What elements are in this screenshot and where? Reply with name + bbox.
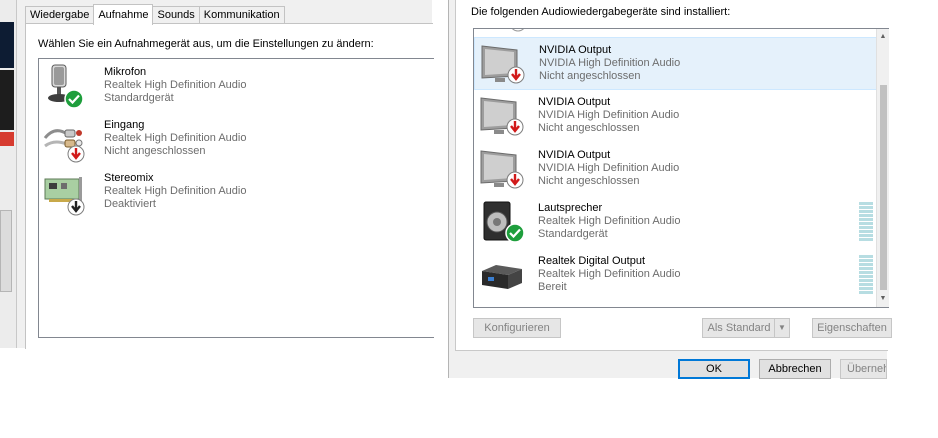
properties-button[interactable]: Eigenschaften [812,318,892,338]
device-text: Stereomix Realtek High Definition Audio … [104,172,246,211]
device-driver: NVIDIA High Definition Audio [538,162,680,174]
background-window-close-fragment [0,132,14,146]
scrollbar-thumb[interactable] [880,85,887,290]
device-status: Nicht angeschlossen [538,175,640,187]
tab-bar: Wiedergabe Aufnahme Sounds Kommunikation [25,4,285,25]
list-item-line-in[interactable]: Eingang Realtek High Definition Audio Ni… [39,112,434,164]
device-text: Realtek Digital Output Realtek High Defi… [538,255,680,294]
device-name: Realtek Digital Output [538,255,645,267]
background-window-fragment [0,210,12,292]
device-name: NVIDIA Output [539,44,612,56]
device-name: Eingang [104,119,145,131]
configure-button[interactable]: Konfigurieren [473,318,561,338]
device-text: NVIDIA Output NVIDIA High Definition Aud… [539,44,680,83]
unplugged-arrow-icon [67,145,85,163]
device-status: Nicht angeschlossen [539,70,641,82]
sound-dialog-recording: Wiedergabe Aufnahme Sounds Kommunikation… [17,0,434,349]
device-status: Nicht angeschlossen [538,122,640,134]
set-default-button[interactable]: Als Standard ▼ [702,318,790,338]
cancel-button[interactable]: Abbrechen [759,359,831,379]
device-driver: Realtek High Definition Audio [538,268,681,280]
background-window-fragment [0,22,14,68]
device-status: Standardgerät [104,92,174,104]
volume-meter [859,255,873,295]
scroll-up-arrow-icon[interactable]: ▲ [879,33,887,41]
playback-tab-panel: Die folgenden Audiowiedergabegeräte sind… [455,0,892,351]
list-item-speakers[interactable]: Lautsprecher Realtek High Definition Aud… [474,196,889,249]
device-text: NVIDIA Output NVIDIA High Definition Aud… [538,96,679,135]
list-item-nvidia-output-2[interactable]: NVIDIA Output NVIDIA High Definition Aud… [474,90,889,143]
device-text: NVIDIA Output NVIDIA High Definition Aud… [538,149,679,188]
device-driver: Realtek High Definition Audio [104,185,247,197]
device-status: Bereit [538,281,567,293]
tab-recording[interactable]: Aufnahme [93,4,154,25]
partial-badge-icon [511,29,525,32]
device-name: NVIDIA Output [538,149,611,161]
tab-sounds[interactable]: Sounds [152,6,200,24]
recording-tab-panel: Wählen Sie ein Aufnahmegerät aus, um die… [25,23,434,349]
unplugged-arrow-icon [506,171,524,189]
list-item-nvidia-output-1[interactable]: NVIDIA Output NVIDIA High Definition Aud… [474,37,877,90]
background-window-fragment [0,70,14,130]
device-status: Nicht angeschlossen [104,145,206,157]
list-item-stereo-mix[interactable]: Stereomix Realtek High Definition Audio … [39,165,434,217]
digital-output-icon [478,253,526,297]
recording-instruction: Wählen Sie ein Aufnahmegerät aus, um die… [38,38,374,50]
device-driver: NVIDIA High Definition Audio [539,57,681,69]
device-name: Mikrofon [104,66,147,78]
tab-playback[interactable]: Wiedergabe [25,6,95,24]
recording-device-list[interactable]: Mikrofon Realtek High Definition Audio S… [38,58,434,338]
tab-communication[interactable]: Kommunikation [198,6,285,24]
scroll-down-arrow-icon[interactable]: ▼ [879,295,887,303]
sound-dialog-playback: Die folgenden Audiowiedergabegeräte sind… [448,0,892,379]
unplugged-arrow-icon [507,66,525,84]
disabled-arrow-icon [67,198,85,216]
list-item-digital-output[interactable]: Realtek Digital Output Realtek High Defi… [474,249,889,302]
playback-device-list[interactable]: NVIDIA Output NVIDIA High Definition Aud… [473,28,889,308]
vertical-scrollbar[interactable]: ▲ ▼ [876,29,889,307]
device-status: Deaktiviert [104,198,156,210]
device-driver: Realtek High Definition Audio [104,79,247,91]
playback-heading: Die folgenden Audiowiedergabegeräte sind… [471,6,731,18]
list-item-nvidia-output-3[interactable]: NVIDIA Output NVIDIA High Definition Aud… [474,143,889,196]
list-item-microphone[interactable]: Mikrofon Realtek High Definition Audio S… [39,59,434,111]
chevron-down-icon[interactable]: ▼ [774,319,789,337]
device-status: Standardgerät [538,228,608,240]
background-window-edge [0,0,17,348]
device-driver: Realtek High Definition Audio [104,132,247,144]
device-driver: NVIDIA High Definition Audio [538,109,680,121]
device-text: Mikrofon Realtek High Definition Audio S… [104,66,246,105]
default-check-icon [64,89,84,109]
volume-meter [859,202,873,242]
default-check-icon [505,223,525,243]
unplugged-arrow-icon [506,118,524,136]
ok-button[interactable]: OK [678,359,750,379]
apply-button[interactable]: Übernehmen [840,359,887,379]
device-driver: Realtek High Definition Audio [538,215,681,227]
device-name: Stereomix [104,172,154,184]
device-text: Lautsprecher Realtek High Definition Aud… [538,202,680,241]
set-default-label: Als Standard [707,322,771,334]
device-text: Eingang Realtek High Definition Audio Ni… [104,119,246,158]
device-name: NVIDIA Output [538,96,611,108]
device-name: Lautsprecher [538,202,603,214]
